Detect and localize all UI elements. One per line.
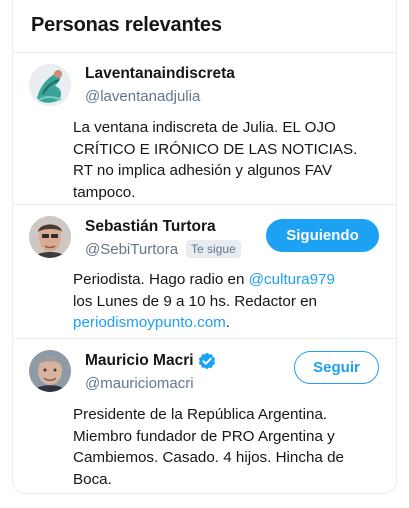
bio-text: los Lunes de 9 a 10 hs. Redactor en [73,292,318,310]
person-item[interactable]: Laventanaindiscreta @laventanadjulia La … [13,53,396,205]
person-bio: La ventana indiscreta de Julia. EL OJO C… [73,119,358,201]
person-bio: Presidente de la República Argentina. Mi… [73,406,344,488]
person-name[interactable]: Laventanaindiscreta [85,65,235,83]
bio-text: . [225,314,231,332]
follow-button[interactable]: Seguir [294,351,379,384]
bio-text: Periodista. Hago radio en [73,271,249,288]
avatar[interactable] [29,64,71,106]
relevant-people-card: Personas relevantes Laventanaindiscreta … [12,0,397,494]
card-header: Personas relevantes [13,0,396,53]
person-bio: Periodista. Hago radio en @cultura979 lo… [73,269,382,334]
bio-mention-link[interactable]: @cultura979 [249,271,335,288]
verified-badge-icon [198,352,216,370]
person-name[interactable]: Sebastián Turtora [85,218,216,236]
person-item[interactable]: Mauricio Macri @mauriciomacri Presidente… [13,339,396,492]
person-handle[interactable]: @laventanadjulia [85,88,200,105]
follows-you-badge: Te sigue [186,240,241,258]
following-button[interactable]: Siguiendo [266,219,379,252]
person-handle[interactable]: @SebiTurtora [85,241,178,258]
bio-url-link[interactable]: periodismoypunto.com [73,314,226,331]
person-item[interactable]: Sebastián Turtora @SebiTurtora Te sigue … [13,205,396,339]
card-title: Personas relevantes [31,14,222,36]
avatar[interactable] [29,216,71,258]
person-name[interactable]: Mauricio Macri [85,352,194,370]
person-handle[interactable]: @mauriciomacri [85,375,194,392]
avatar[interactable] [29,350,71,392]
